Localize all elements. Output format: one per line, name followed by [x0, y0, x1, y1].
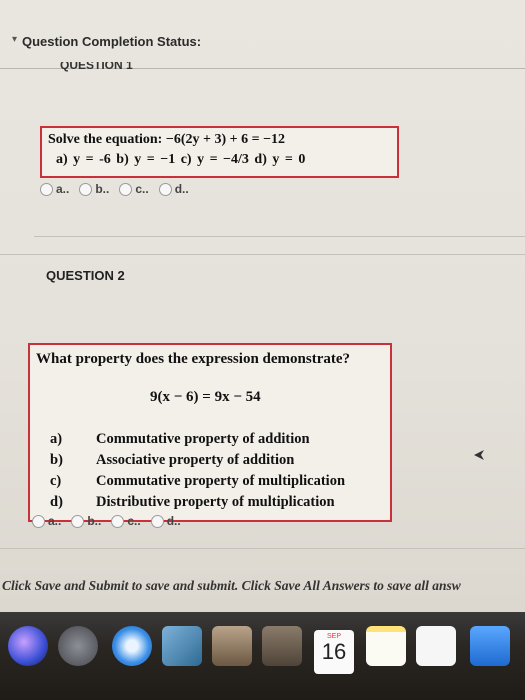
question1-answer-choices: a.. b.. c.. d.. — [40, 182, 189, 196]
q2-choice-b[interactable]: b.. — [71, 514, 101, 528]
calendar-icon[interactable]: SEP 16 — [314, 630, 354, 674]
q2-choice-a[interactable]: a.. — [32, 514, 61, 528]
notes-icon[interactable] — [366, 626, 406, 666]
save-instructions: Click Save and Submit to save and submit… — [2, 578, 461, 593]
question2-box: What property does the expression demons… — [28, 343, 392, 522]
radio-button[interactable] — [111, 514, 125, 528]
q1-choice-c[interactable]: c.. — [119, 182, 149, 196]
question2-prompt: What property does the expression demons… — [36, 351, 351, 367]
radio-button[interactable] — [119, 182, 133, 196]
folder-icon[interactable] — [262, 626, 302, 666]
completion-status-title: Question Completion Status: — [22, 34, 202, 49]
section-divider — [34, 236, 525, 237]
question1-prompt: Solve the equation: −6(2y + 3) + 6 = −12 — [48, 132, 286, 147]
calendar-day: 16 — [321, 639, 347, 664]
section-divider — [0, 254, 525, 255]
question2-options: a) Commutative property of addition b) Ass… — [50, 429, 345, 513]
q1-choice-d[interactable]: d.. — [158, 182, 189, 196]
question1-box: Solve the equation: −6(2y + 3) + 6 = −12… — [40, 126, 399, 178]
app-store-icon[interactable] — [470, 626, 510, 666]
q1-choice-a[interactable]: a.. — [40, 182, 69, 196]
question1-heading: QUESTION 1 — [60, 62, 133, 72]
radio-button[interactable] — [40, 182, 53, 196]
list-item: a) Commutative property of addition — [50, 431, 310, 447]
section-divider — [0, 548, 525, 549]
q2-choice-d[interactable]: d.. — [150, 514, 181, 528]
browser-content: ▾ Question Completion Status: QUESTION 1… — [0, 0, 525, 612]
siri-icon[interactable] — [8, 626, 48, 666]
collapse-chevron-icon[interactable]: ▾ — [12, 34, 17, 45]
list-item: b) Associative property of addition — [50, 452, 295, 468]
list-item: d) Distributive property of multiplicatio… — [50, 494, 335, 510]
radio-button[interactable] — [150, 514, 164, 528]
question2-answer-choices: a.. b.. c.. d.. — [32, 514, 181, 528]
question2-expression: 9(x − 6) = 9x − 54 — [150, 389, 261, 405]
radio-button[interactable] — [32, 514, 45, 528]
macos-dock: SEP 16 — [0, 612, 525, 700]
radio-button[interactable] — [158, 182, 172, 196]
mouse-cursor-icon — [474, 450, 484, 460]
safari-compass-icon[interactable] — [112, 626, 152, 666]
radio-button[interactable] — [79, 182, 93, 196]
question2-heading: QUESTION 2 — [46, 268, 125, 283]
photo-app-icon[interactable] — [162, 626, 202, 666]
question1-options: a) y = -6 b) y = −1 c) y = −4/3 d) y = 0 — [56, 152, 306, 167]
q2-choice-c[interactable]: c.. — [111, 514, 141, 528]
radio-button[interactable] — [71, 514, 85, 528]
folder-icon[interactable] — [212, 626, 252, 666]
reminders-icon[interactable] — [416, 626, 456, 666]
list-item: c) Commutative property of multiplication — [50, 473, 346, 489]
q1-choice-b[interactable]: b.. — [79, 182, 109, 196]
launchpad-rocket-icon[interactable] — [58, 626, 98, 666]
